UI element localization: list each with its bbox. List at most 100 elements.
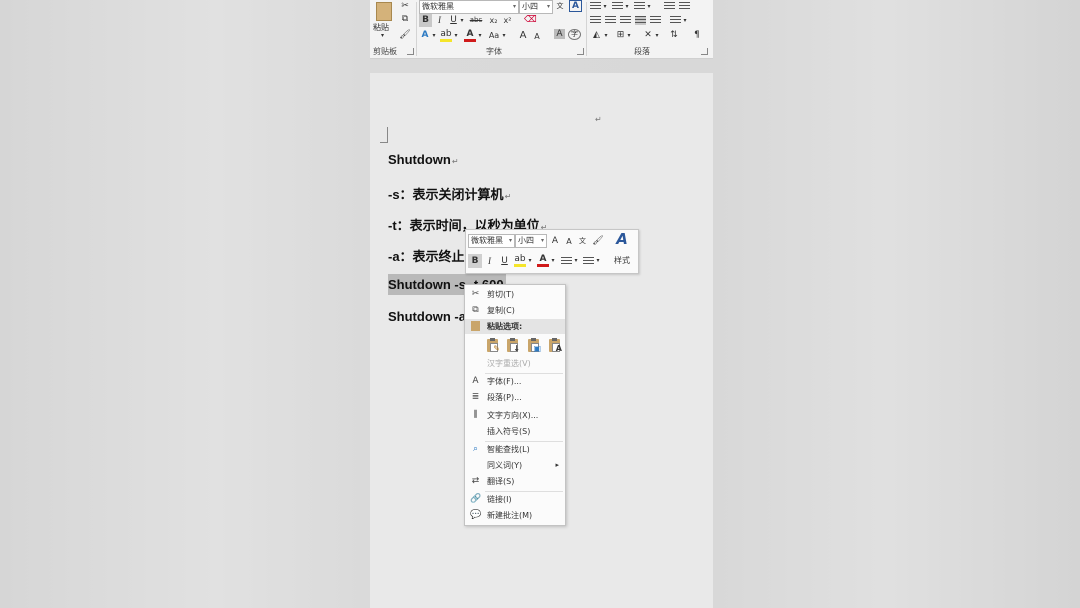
- paste-options-header: 粘贴选项:: [465, 319, 565, 334]
- align-right-icon[interactable]: [620, 16, 631, 25]
- phonetic-guide-icon[interactable]: 文: [577, 234, 588, 248]
- menu-item-paragraph[interactable]: ≣ 段落(P)...: [465, 390, 565, 405]
- styles-label[interactable]: 样式: [611, 254, 633, 268]
- borders-icon[interactable]: ⊞: [615, 29, 626, 42]
- mini-bullets-icon[interactable]: [561, 257, 572, 266]
- font-name-combo[interactable]: 微软雅黑 ▾: [419, 0, 519, 14]
- menu-item-text-direction[interactable]: ⫼ 文字方向(X)...: [465, 408, 565, 423]
- chevron-down-icon[interactable]: ▾: [595, 254, 601, 268]
- phonetic-guide-icon[interactable]: 文: [554, 0, 566, 13]
- chevron-down-icon[interactable]: ▾: [477, 29, 483, 42]
- chevron-down-icon[interactable]: ▾: [453, 29, 459, 42]
- scissors-icon: ✂: [471, 289, 480, 299]
- font-size-combo[interactable]: 小四 ▾: [519, 0, 553, 14]
- numbering-icon[interactable]: [612, 2, 623, 11]
- font-color-icon[interactable]: A: [464, 29, 476, 42]
- format-painter-icon[interactable]: 🖌: [399, 29, 411, 42]
- menu-item-synonyms[interactable]: 同义词(Y) ▸: [465, 458, 565, 473]
- menu-item-smart-lookup[interactable]: ⌕ 智能查找(L): [465, 442, 565, 457]
- increase-indent-icon[interactable]: [679, 2, 690, 11]
- mini-numbering-icon[interactable]: [583, 257, 594, 266]
- chevron-down-icon[interactable]: ▾: [431, 29, 437, 42]
- menu-item-label: 复制(C): [487, 306, 515, 315]
- strikethrough-button[interactable]: abc: [467, 14, 485, 27]
- show-marks-icon[interactable]: ¶: [692, 29, 702, 42]
- highlight-icon[interactable]: ab: [440, 29, 452, 42]
- doc-line-2[interactable]: -s：表示关闭计算机↵: [388, 184, 511, 203]
- distributed-icon[interactable]: [650, 16, 661, 25]
- subscript-button[interactable]: x₂: [488, 14, 499, 27]
- format-painter-icon[interactable]: 🖌: [592, 234, 604, 248]
- chinese-layout-icon[interactable]: ✕: [642, 29, 654, 42]
- grow-font-button[interactable]: A: [518, 29, 528, 42]
- chevron-down-icon[interactable]: ▾: [602, 0, 608, 13]
- copy-icon[interactable]: ⧉: [399, 13, 411, 26]
- decrease-indent-icon[interactable]: [664, 2, 675, 11]
- paste-keep-source-icon[interactable]: ✎: [485, 338, 500, 353]
- chevron-down-icon[interactable]: ▾: [624, 0, 630, 13]
- char-shading-icon[interactable]: A: [554, 29, 565, 39]
- chevron-down-icon[interactable]: ▾: [501, 29, 507, 42]
- menu-item-new-comment[interactable]: 💬 新建批注(M): [465, 508, 565, 523]
- font-launcher-icon[interactable]: [577, 48, 584, 55]
- paragraph-launcher-icon[interactable]: [701, 48, 708, 55]
- shrink-font-button[interactable]: A: [532, 30, 542, 43]
- chevron-down-icon[interactable]: ▾: [603, 29, 609, 42]
- font-name-value: 微软雅黑: [422, 2, 454, 11]
- italic-button[interactable]: I: [434, 14, 445, 27]
- shading-icon[interactable]: ◭: [590, 29, 603, 42]
- mini-highlight-icon[interactable]: ab: [514, 254, 526, 267]
- menu-item-link[interactable]: 🔗 链接(I): [465, 492, 565, 507]
- mini-font-name-combo[interactable]: 微软雅黑 ▾: [468, 234, 515, 248]
- menu-item-cut[interactable]: ✂ 剪切(T): [465, 287, 565, 302]
- chevron-down-icon[interactable]: ▾: [654, 29, 660, 42]
- align-center-icon[interactable]: [605, 16, 616, 25]
- paste-merge-format-icon[interactable]: ↓: [505, 338, 520, 353]
- chevron-down-icon[interactable]: ▾: [550, 254, 556, 268]
- line-spacing-icon[interactable]: [670, 16, 681, 25]
- superscript-button[interactable]: x²: [502, 14, 513, 27]
- align-left-icon[interactable]: [590, 16, 601, 25]
- mini-font-name-value: 微软雅黑: [471, 236, 503, 245]
- text-effects-icon[interactable]: A: [419, 29, 431, 42]
- clipboard-icon: [376, 2, 392, 21]
- bullets-icon[interactable]: [590, 2, 601, 11]
- menu-item-translate[interactable]: ⇄ 翻译(S): [465, 474, 565, 489]
- menu-item-copy[interactable]: ⧉ 复制(C): [465, 303, 565, 318]
- mini-font-color-icon[interactable]: A: [537, 254, 549, 267]
- mini-underline-button[interactable]: U: [499, 254, 510, 268]
- menu-item-insert-symbol[interactable]: 插入符号(S): [465, 424, 565, 439]
- mini-italic-button[interactable]: I: [484, 254, 495, 268]
- doc-line-4[interactable]: -a：表示终止: [388, 246, 465, 265]
- cut-icon[interactable]: ✂: [399, 0, 411, 13]
- enclose-char-icon[interactable]: 字: [568, 29, 581, 40]
- doc-line-1[interactable]: Shutdown↵: [388, 152, 459, 167]
- justify-icon[interactable]: [635, 16, 646, 25]
- underline-button[interactable]: U: [448, 14, 459, 27]
- chevron-down-icon[interactable]: ▾: [682, 14, 688, 27]
- clear-format-icon[interactable]: ⌫: [524, 14, 537, 27]
- char-border-icon[interactable]: A: [569, 0, 582, 12]
- multilevel-list-icon[interactable]: [634, 2, 645, 11]
- bold-button[interactable]: B: [419, 14, 432, 27]
- menu-item-label: 新建批注(M): [487, 511, 533, 520]
- change-case-button[interactable]: Aa: [487, 29, 501, 42]
- paste-text-only-icon[interactable]: A: [547, 338, 562, 353]
- grow-font-icon[interactable]: A: [550, 234, 560, 248]
- doc-line-6[interactable]: Shutdown -a: [388, 309, 466, 324]
- menu-item-font[interactable]: A 字体(F)...: [465, 374, 565, 389]
- paste-picture-icon[interactable]: ▣: [526, 338, 541, 353]
- mini-font-size-combo[interactable]: 小四 ▾: [515, 234, 547, 248]
- font-size-value: 小四: [522, 2, 538, 11]
- mini-bold-button[interactable]: B: [468, 254, 482, 268]
- paste-button[interactable]: 粘贴 ▾: [373, 0, 393, 44]
- chevron-down-icon[interactable]: ▾: [573, 254, 579, 268]
- clipboard-launcher-icon[interactable]: [407, 48, 414, 55]
- styles-icon[interactable]: A: [612, 232, 632, 247]
- chevron-down-icon[interactable]: ▾: [527, 254, 533, 268]
- chevron-down-icon[interactable]: ▾: [646, 0, 652, 13]
- sort-icon[interactable]: ⇅: [668, 29, 680, 42]
- chevron-down-icon[interactable]: ▾: [626, 29, 632, 42]
- shrink-font-icon[interactable]: A: [564, 235, 574, 249]
- chevron-down-icon[interactable]: ▾: [459, 14, 465, 27]
